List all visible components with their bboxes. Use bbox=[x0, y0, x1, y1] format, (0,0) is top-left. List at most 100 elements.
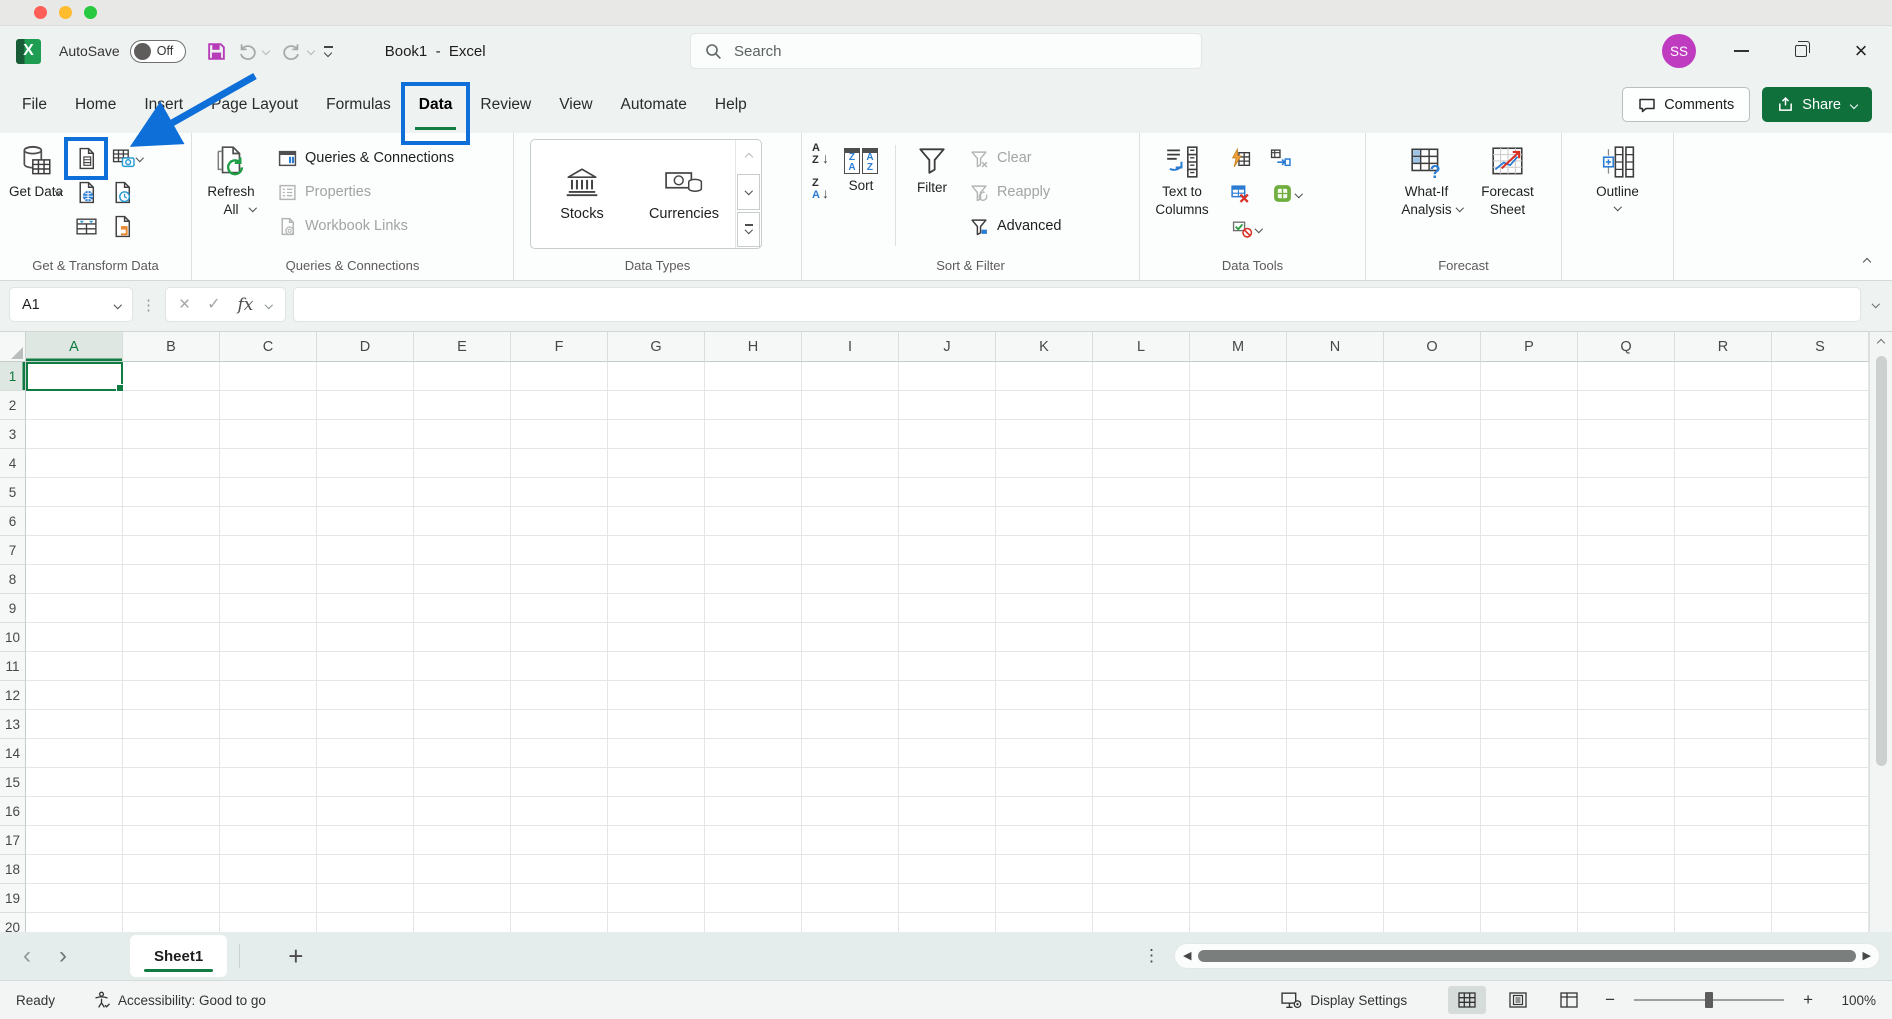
cell-G4[interactable] bbox=[608, 449, 705, 478]
row-header-9[interactable]: 9 bbox=[0, 594, 26, 623]
cell-Q1[interactable] bbox=[1578, 362, 1675, 391]
add-sheet-button[interactable]: + bbox=[288, 941, 303, 972]
horizontal-scrollbar[interactable]: ◀ ▶ bbox=[1174, 943, 1880, 969]
cell-M11[interactable] bbox=[1190, 652, 1287, 681]
cell-S19[interactable] bbox=[1772, 884, 1869, 913]
cell-N10[interactable] bbox=[1287, 623, 1384, 652]
redo-dropdown-icon[interactable] bbox=[306, 47, 314, 55]
cell-D7[interactable] bbox=[317, 536, 414, 565]
cell-M1[interactable] bbox=[1190, 362, 1287, 391]
cell-C7[interactable] bbox=[220, 536, 317, 565]
cell-N16[interactable] bbox=[1287, 797, 1384, 826]
cell-O13[interactable] bbox=[1384, 710, 1481, 739]
cell-L2[interactable] bbox=[1093, 391, 1190, 420]
data-model-button[interactable] bbox=[1264, 178, 1310, 209]
cell-Q17[interactable] bbox=[1578, 826, 1675, 855]
cell-R12[interactable] bbox=[1675, 681, 1772, 710]
column-header-F[interactable]: F bbox=[511, 332, 608, 362]
cell-Q6[interactable] bbox=[1578, 507, 1675, 536]
cell-L7[interactable] bbox=[1093, 536, 1190, 565]
row-header-13[interactable]: 13 bbox=[0, 710, 26, 739]
cell-H20[interactable] bbox=[705, 913, 802, 932]
row-header-18[interactable]: 18 bbox=[0, 855, 26, 884]
cell-E4[interactable] bbox=[414, 449, 511, 478]
cell-Q4[interactable] bbox=[1578, 449, 1675, 478]
cell-B17[interactable] bbox=[123, 826, 220, 855]
cell-E1[interactable] bbox=[414, 362, 511, 391]
cell-B15[interactable] bbox=[123, 768, 220, 797]
cell-H1[interactable] bbox=[705, 362, 802, 391]
text-to-columns-button[interactable]: Text to Columns bbox=[1146, 141, 1218, 218]
zoom-in-button[interactable]: + bbox=[1799, 990, 1817, 1010]
cell-H12[interactable] bbox=[705, 681, 802, 710]
cell-H16[interactable] bbox=[705, 797, 802, 826]
cell-J14[interactable] bbox=[899, 739, 996, 768]
get-data-button[interactable]: Get Data bbox=[6, 141, 66, 193]
cell-H8[interactable] bbox=[705, 565, 802, 594]
tab-page-layout[interactable]: Page Layout bbox=[197, 76, 312, 133]
cell-K2[interactable] bbox=[996, 391, 1093, 420]
cell-Q13[interactable] bbox=[1578, 710, 1675, 739]
cell-B8[interactable] bbox=[123, 565, 220, 594]
cell-R7[interactable] bbox=[1675, 536, 1772, 565]
cell-P3[interactable] bbox=[1481, 420, 1578, 449]
cell-E14[interactable] bbox=[414, 739, 511, 768]
row-header-11[interactable]: 11 bbox=[0, 652, 26, 681]
cell-G3[interactable] bbox=[608, 420, 705, 449]
enter-button[interactable]: ✓ bbox=[207, 297, 220, 313]
row-header-16[interactable]: 16 bbox=[0, 797, 26, 826]
close-button[interactable]: × bbox=[1846, 36, 1876, 66]
cell-F12[interactable] bbox=[511, 681, 608, 710]
cell-M7[interactable] bbox=[1190, 536, 1287, 565]
what-if-analysis-button[interactable]: ? What-If Analysis bbox=[1387, 141, 1467, 211]
cell-Q14[interactable] bbox=[1578, 739, 1675, 768]
cell-O12[interactable] bbox=[1384, 681, 1481, 710]
cell-M3[interactable] bbox=[1190, 420, 1287, 449]
cell-B18[interactable] bbox=[123, 855, 220, 884]
cell-I2[interactable] bbox=[802, 391, 899, 420]
cell-I8[interactable] bbox=[802, 565, 899, 594]
cell-B14[interactable] bbox=[123, 739, 220, 768]
forecast-sheet-button[interactable]: Forecast Sheet bbox=[1475, 141, 1541, 218]
cell-N1[interactable] bbox=[1287, 362, 1384, 391]
cell-S5[interactable] bbox=[1772, 478, 1869, 507]
cell-R19[interactable] bbox=[1675, 884, 1772, 913]
cell-E3[interactable] bbox=[414, 420, 511, 449]
cell-R4[interactable] bbox=[1675, 449, 1772, 478]
cell-R16[interactable] bbox=[1675, 797, 1772, 826]
cell-A5[interactable] bbox=[26, 478, 123, 507]
cell-P15[interactable] bbox=[1481, 768, 1578, 797]
cell-M18[interactable] bbox=[1190, 855, 1287, 884]
existing-connections-button[interactable] bbox=[106, 211, 138, 242]
cell-E17[interactable] bbox=[414, 826, 511, 855]
cell-J9[interactable] bbox=[899, 594, 996, 623]
cell-E10[interactable] bbox=[414, 623, 511, 652]
cell-M16[interactable] bbox=[1190, 797, 1287, 826]
cell-A11[interactable] bbox=[26, 652, 123, 681]
cell-A15[interactable] bbox=[26, 768, 123, 797]
cell-G13[interactable] bbox=[608, 710, 705, 739]
cell-H7[interactable] bbox=[705, 536, 802, 565]
advanced-filter-button[interactable]: Advanced bbox=[964, 209, 1068, 243]
cell-K12[interactable] bbox=[996, 681, 1093, 710]
zoom-slider-thumb[interactable] bbox=[1705, 992, 1713, 1008]
cell-K10[interactable] bbox=[996, 623, 1093, 652]
cell-F16[interactable] bbox=[511, 797, 608, 826]
redo-button[interactable] bbox=[277, 36, 307, 66]
cell-O20[interactable] bbox=[1384, 913, 1481, 932]
cell-J1[interactable] bbox=[899, 362, 996, 391]
cell-K7[interactable] bbox=[996, 536, 1093, 565]
cell-B12[interactable] bbox=[123, 681, 220, 710]
formula-input[interactable] bbox=[294, 288, 1860, 321]
refresh-all-button[interactable]: Refresh All bbox=[198, 141, 264, 211]
cell-H14[interactable] bbox=[705, 739, 802, 768]
cell-H17[interactable] bbox=[705, 826, 802, 855]
column-header-H[interactable]: H bbox=[705, 332, 802, 362]
cell-H2[interactable] bbox=[705, 391, 802, 420]
cell-B3[interactable] bbox=[123, 420, 220, 449]
cell-N18[interactable] bbox=[1287, 855, 1384, 884]
cell-R11[interactable] bbox=[1675, 652, 1772, 681]
sheet-bar-options-icon[interactable]: ⋮ bbox=[1143, 946, 1160, 966]
row-header-8[interactable]: 8 bbox=[0, 565, 26, 594]
cell-S3[interactable] bbox=[1772, 420, 1869, 449]
